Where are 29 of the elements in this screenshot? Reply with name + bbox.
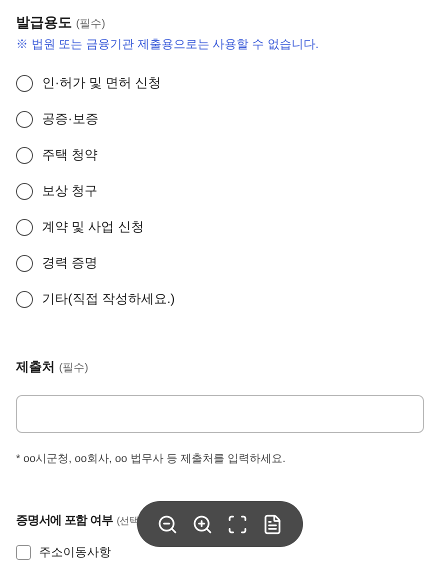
section-title: 증명서에 포함 여부 xyxy=(16,512,113,529)
fullscreen-icon[interactable] xyxy=(227,514,248,534)
radio-button[interactable] xyxy=(16,110,33,128)
hint-text: * oo시군청, oo회사, oo 법무사 등 제출처를 입력하세요. xyxy=(16,452,287,466)
required-label: (필수) xyxy=(76,17,106,32)
radio-label: 경력 증명 xyxy=(42,254,98,272)
radio-button[interactable] xyxy=(16,218,33,236)
section-title: 제출처 xyxy=(16,358,55,376)
radio-label: 계약 및 사업 신청 xyxy=(42,218,144,236)
radio-button[interactable] xyxy=(16,74,33,92)
optional-label: (선택 xyxy=(116,515,139,529)
notice-text: ※ 법원 또는 금융기관 제출용으로는 사용할 수 없습니다. xyxy=(16,36,320,53)
radio-button[interactable] xyxy=(16,290,33,308)
radio-button[interactable] xyxy=(16,254,33,272)
radio-label: 보상 청구 xyxy=(42,182,98,200)
radio-label: 주택 청약 xyxy=(42,146,98,164)
radio-label: 기타(직접 작성하세요.) xyxy=(42,290,175,308)
input-field[interactable] xyxy=(16,394,424,432)
section-title: 발급용도 xyxy=(16,13,72,32)
required-label: (필수) xyxy=(59,361,88,376)
radio-label: 공증·보증 xyxy=(42,110,98,128)
document-icon[interactable] xyxy=(262,514,283,534)
zoom-out-icon[interactable] xyxy=(157,514,178,534)
radio-button[interactable] xyxy=(16,182,33,200)
checkbox[interactable] xyxy=(16,544,31,560)
zoom-in-icon[interactable] xyxy=(192,514,213,534)
checkbox-label: 주소이동사항 xyxy=(39,544,111,561)
radio-button[interactable] xyxy=(16,146,33,164)
radio-label: 인·허가 및 면허 신청 xyxy=(42,74,162,92)
